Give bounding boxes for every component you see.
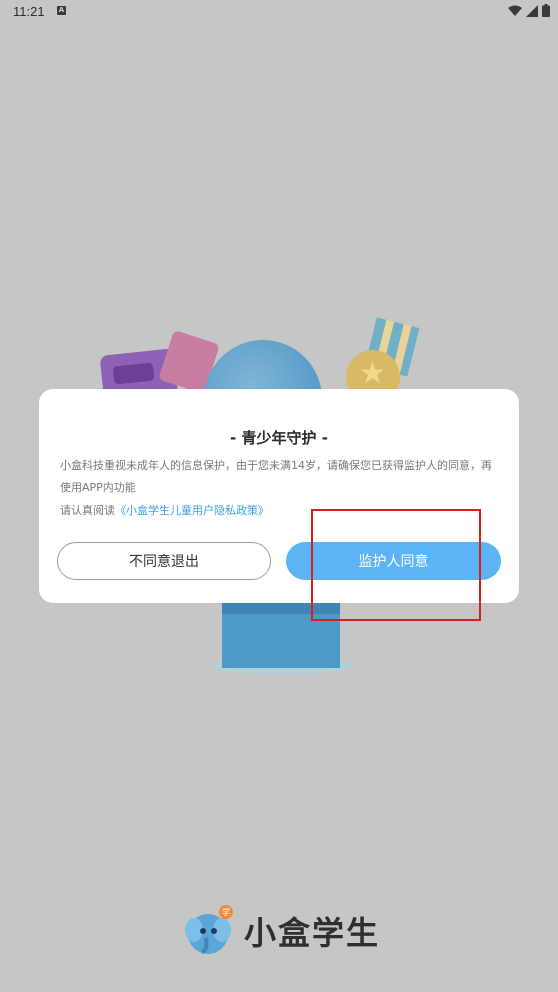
gift-box-illustration [222, 600, 340, 668]
brand-footer: 学 小盒学生 [184, 904, 380, 958]
status-icons [508, 4, 550, 17]
guardian-consent-dialog: - 青少年守护 - 小盒科技重视未成年人的信息保护，由于您未满14岁，请确保您已… [39, 389, 519, 603]
screen: 11:21 A - 青少年守护 - 小盒科技重视未成年人的信息保护，由于您未满1… [0, 0, 558, 992]
status-bar: 11:21 A [0, 0, 558, 24]
guardian-agree-button[interactable]: 监护人同意 [286, 542, 501, 580]
svg-text:学: 学 [222, 907, 230, 917]
disagree-exit-button[interactable]: 不同意退出 [57, 542, 271, 580]
dialog-title: - 青少年守护 - [230, 429, 328, 447]
dialog-body-text: 小盒科技重视未成年人的信息保护，由于您未满14岁，请确保您已获得监护人的同意，再… [60, 459, 492, 494]
notification-badge: A [57, 6, 66, 15]
status-time: 11:21 [13, 4, 45, 19]
brand-name: 小盒学生 [244, 914, 381, 952]
privacy-notice: 请认真阅读《小盒学生儿童用户隐私政策》 [60, 502, 500, 518]
signal-icon [526, 4, 538, 17]
battery-icon [542, 4, 550, 17]
wifi-icon [508, 5, 522, 16]
privacy-prefix: 请认真阅读 [60, 504, 115, 517]
privacy-policy-link[interactable]: 《小盒学生儿童用户隐私政策》 [115, 504, 269, 517]
elephant-mascot-icon: 学 [185, 905, 233, 954]
